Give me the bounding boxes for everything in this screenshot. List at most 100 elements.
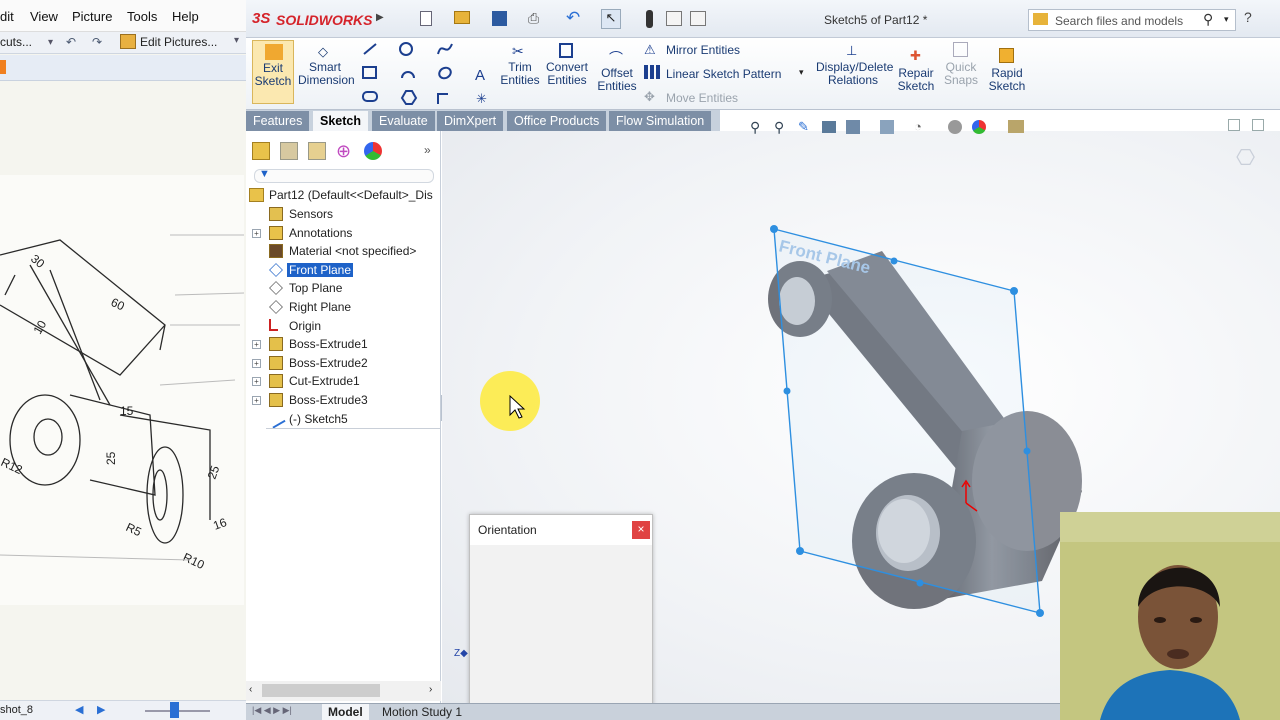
featuremanager-tree-icon[interactable]	[252, 142, 270, 160]
mirror-entities-button[interactable]: Mirror Entities	[666, 43, 740, 57]
tree-item[interactable]: Top Plane	[246, 279, 441, 297]
scroll-thumb[interactable]	[262, 684, 380, 697]
tab-sketch[interactable]: Sketch	[313, 111, 369, 131]
print-icon[interactable]: ⎙	[528, 10, 539, 27]
move-entities-button[interactable]: Move Entities	[666, 91, 738, 105]
convert-entities-button[interactable]: Convert Entities	[544, 40, 590, 104]
tree-item-label: Right Plane	[289, 300, 352, 314]
tree-root-part[interactable]: Part12 (Default<<Default>_Dis	[246, 186, 441, 204]
convert-icon	[559, 43, 573, 58]
dim-16: 16	[211, 515, 229, 533]
viewer-statusbar: shot_8 ◀ ▶	[0, 700, 246, 720]
quick-snaps-button[interactable]: Quick Snaps	[940, 42, 982, 104]
menu-picture[interactable]: Picture	[72, 9, 112, 24]
smart-dimension-button[interactable]: ◇ Smart Dimension	[298, 40, 355, 104]
tree-item[interactable]: Front Plane	[246, 261, 441, 279]
svg-text:A: A	[475, 67, 485, 84]
tab-motion-study[interactable]: Motion Study 1	[376, 704, 468, 720]
expand-icon[interactable]: +	[252, 396, 261, 405]
help-icon[interactable]: ?	[1244, 9, 1252, 25]
search-input[interactable]: Search files and models	[1055, 14, 1183, 28]
propertymanager-icon[interactable]	[280, 142, 298, 160]
tab-nav-first-icon[interactable]: |◀ ◀ ▶ ▶|	[252, 705, 292, 716]
linear-sketch-pattern-button[interactable]: Linear Sketch Pattern	[666, 67, 781, 81]
tab-office-products[interactable]: Office Products	[507, 111, 608, 131]
tree-item[interactable]: + Cut-Extrude1	[246, 372, 441, 390]
dimxpert-manager-icon[interactable]: ⊕	[336, 141, 351, 162]
expand-icon[interactable]: +	[252, 377, 261, 387]
shortcuts-label[interactable]: cuts...	[0, 35, 32, 49]
options-icon[interactable]	[690, 11, 706, 26]
tree-item[interactable]: Sensors	[246, 205, 441, 223]
tree-item[interactable]: Right Plane	[246, 298, 441, 316]
scroll-left-icon[interactable]: ‹	[249, 684, 252, 695]
tree-item-label: Sensors	[289, 207, 334, 221]
search-box[interactable]: Search files and models ⚲ ▾	[1028, 9, 1236, 31]
repair-sketch-button[interactable]: ✚ Repair Sketch	[896, 48, 936, 104]
exit-sketch-button[interactable]: Exit Sketch	[252, 40, 294, 104]
expand-icon[interactable]: +	[252, 358, 261, 368]
display-manager-icon[interactable]	[364, 142, 382, 160]
trim-entities-button[interactable]: ✂ Trim Entities	[500, 40, 540, 104]
scroll-right-icon[interactable]: ›	[429, 684, 432, 695]
current-file-name: shot_8	[0, 704, 34, 716]
menu-view[interactable]: View	[30, 9, 58, 24]
edit-pictures-button[interactable]: Edit Pictures...	[140, 35, 217, 49]
viewer-menubar: dit View Picture Tools Help	[0, 0, 246, 32]
tab-model[interactable]: Model	[322, 704, 369, 720]
open-folder-icon[interactable]	[454, 11, 470, 24]
logo-menu-arrow-icon[interactable]: ▶	[376, 12, 384, 23]
tree-item[interactable]: + Annotations	[246, 224, 441, 242]
search-icon[interactable]: ⚲	[1203, 11, 1213, 28]
tree-horizontal-scrollbar[interactable]: ‹ ›	[246, 681, 441, 701]
front-plane-outline[interactable]	[770, 225, 1044, 617]
tree-filter-input[interactable]: ▼	[254, 168, 434, 183]
next-image-icon[interactable]: ▶	[97, 703, 105, 716]
tree-item[interactable]: + Boss-Extrude3	[246, 391, 441, 409]
restore-window-icon[interactable]	[1228, 119, 1240, 131]
previous-image-icon[interactable]: ◀	[75, 703, 83, 716]
offset-entities-button[interactable]: ⌒ Offset Entities	[596, 48, 638, 104]
expand-panel-icon[interactable]: »	[424, 143, 431, 157]
orientation-titlebar[interactable]: Orientation ×	[470, 515, 652, 545]
sketch-tools-grid[interactable]: A ✳	[358, 40, 508, 108]
menu-tools[interactable]: Tools	[127, 9, 157, 24]
search-dropdown-icon[interactable]: ▾	[1224, 14, 1229, 25]
menu-help[interactable]: Help	[172, 9, 199, 24]
tree-item[interactable]: + Boss-Extrude1	[246, 335, 441, 353]
toolbar-more-icon[interactable]: ▾	[234, 35, 239, 46]
pattern-dropdown-icon[interactable]: ▾	[799, 67, 804, 78]
search-folder-icon	[1033, 13, 1048, 25]
close-icon[interactable]: ×	[632, 521, 650, 539]
rotate-right-icon[interactable]: ↷	[92, 35, 102, 49]
tab-dimxpert[interactable]: DimXpert	[437, 111, 505, 131]
rapid-sketch-button[interactable]: Rapid Sketch	[986, 48, 1028, 104]
thumb-marker-icon[interactable]	[0, 60, 6, 74]
new-document-icon[interactable]	[420, 11, 432, 26]
offset-label-2: Entities	[597, 79, 637, 93]
select-pointer-icon[interactable]: ↖	[601, 9, 621, 29]
undo-icon[interactable]: ↶	[566, 8, 580, 28]
save-icon[interactable]	[492, 11, 507, 26]
expand-icon[interactable]: +	[252, 340, 261, 350]
tab-flow-simulation[interactable]: Flow Simulation	[609, 111, 713, 131]
maximize-window-icon[interactable]	[1252, 119, 1264, 131]
configuration-manager-icon[interactable]	[308, 142, 326, 160]
edit-picture-icon[interactable]	[120, 34, 136, 49]
rebuild-icon[interactable]	[646, 10, 653, 28]
rotate-icon[interactable]: ↶	[66, 35, 76, 49]
file-properties-icon[interactable]	[666, 11, 682, 26]
tree-item[interactable]: Material <not specified>	[246, 242, 441, 260]
zoom-slider-thumb[interactable]	[170, 702, 179, 718]
display-delete-relations-button[interactable]: ⊥ Display/Delete Relations	[816, 40, 893, 104]
dropdown-arrow-icon[interactable]: ▾	[48, 37, 53, 48]
tab-features[interactable]: Features	[246, 111, 311, 131]
tree-rollback-bar[interactable]	[266, 428, 441, 430]
tree-item[interactable]: + Boss-Extrude2	[246, 354, 441, 372]
menu-edit[interactable]: dit	[0, 9, 14, 24]
tree-item[interactable]: Origin	[246, 317, 441, 335]
view-cube-icon[interactable]: ⎔	[1236, 145, 1255, 171]
expand-icon[interactable]: +	[252, 228, 261, 238]
tab-evaluate[interactable]: Evaluate	[372, 111, 436, 131]
tree-item[interactable]: (-) Sketch5	[246, 409, 441, 429]
